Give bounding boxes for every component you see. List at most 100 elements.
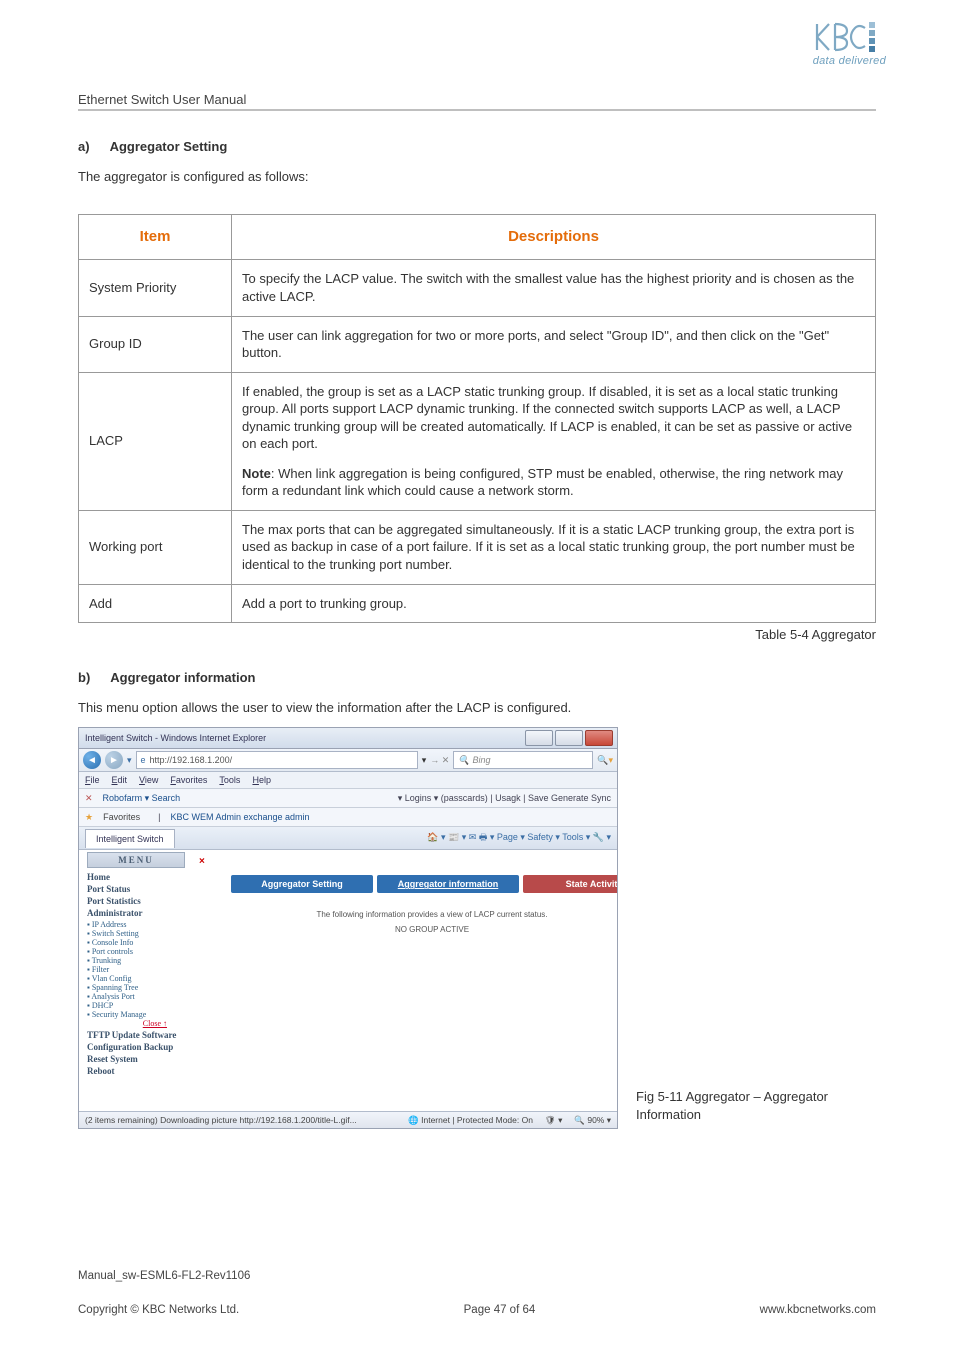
ie-icon: e bbox=[141, 755, 146, 765]
table-cell-desc: Add a port to trunking group. bbox=[232, 584, 876, 623]
sidebar-item[interactable]: Home bbox=[87, 872, 185, 882]
menu-item[interactable]: Favorites bbox=[170, 775, 207, 785]
aggregator-info-line1: The following information provides a vie… bbox=[199, 907, 618, 922]
brand-logo: data delivered bbox=[813, 20, 886, 67]
table-cell-item: System Priority bbox=[79, 260, 232, 316]
window-titlebar: Intelligent Switch - Windows Internet Ex… bbox=[79, 728, 617, 749]
table-cell-desc: The max ports that can be aggregated sim… bbox=[232, 510, 876, 584]
zoom-icon[interactable]: 🔍 bbox=[574, 1115, 585, 1125]
nav-back-button[interactable]: ◄ bbox=[83, 751, 101, 769]
section-b-intro: This menu option allows the user to view… bbox=[78, 699, 876, 717]
section-a-intro: The aggregator is configured as follows: bbox=[78, 168, 876, 186]
status-left: (2 items remaining) Downloading picture … bbox=[85, 1115, 357, 1125]
sidebar-item[interactable]: Configuration Backup bbox=[87, 1042, 185, 1052]
section-b-letter: b) bbox=[78, 670, 90, 685]
tab-aggregator-setting[interactable]: Aggregator Setting bbox=[231, 875, 373, 893]
sidebar-sub-item[interactable]: ▪ DHCP bbox=[87, 1001, 185, 1010]
sidebar-menu-label: MENU bbox=[87, 852, 185, 868]
status-zoom: 90% bbox=[587, 1115, 604, 1125]
window-minimize-button[interactable] bbox=[525, 730, 553, 746]
sidebar-sub-item[interactable]: ▪ Filter bbox=[87, 965, 185, 974]
url-text: http://192.168.1.200/ bbox=[150, 755, 233, 765]
search-box[interactable]: 🔍 Bing bbox=[453, 751, 593, 769]
nav-forward-button[interactable]: ► bbox=[105, 751, 123, 769]
embedded-screenshot: Intelligent Switch - Windows Internet Ex… bbox=[78, 727, 618, 1129]
footer-copyright: Copyright © KBC Networks Ltd. bbox=[78, 1304, 239, 1316]
favorites-star-icon[interactable]: ★ bbox=[85, 812, 93, 823]
sidebar-sub-item[interactable]: ▪ Switch Setting bbox=[87, 929, 185, 938]
section-b-heading: b) Aggregator information bbox=[78, 670, 876, 685]
menu-item[interactable]: Edit bbox=[112, 775, 128, 785]
footer-page: Page 47 of 64 bbox=[464, 1304, 536, 1316]
tab-tool-icons[interactable]: 🏠 ▾ 📰 ▾ ✉ 🖶 ▾ Page ▾ Safety ▾ Tools ▾ 🔧 … bbox=[427, 830, 611, 846]
sidebar-sub-item[interactable]: ▪ Analysis Port bbox=[87, 992, 185, 1001]
sidebar-item[interactable]: Reset System bbox=[87, 1054, 185, 1064]
sidebar-item[interactable]: Port Status bbox=[87, 884, 185, 894]
sidebar-close[interactable]: Close ↑ bbox=[87, 1019, 185, 1028]
toolbar-search-label[interactable]: Robofarm ▾ Search bbox=[103, 793, 181, 804]
browser-tab[interactable]: Intelligent Switch bbox=[85, 829, 175, 848]
sidebar-sub-item[interactable]: ▪ Trunking bbox=[87, 956, 185, 965]
dropdown-icon[interactable]: ▾ bbox=[127, 755, 132, 766]
footer-url: www.kbcnetworks.com bbox=[760, 1304, 876, 1316]
table-cell-item: Working port bbox=[79, 510, 232, 584]
brand-tagline: data delivered bbox=[813, 55, 886, 67]
toolbar-row-1: ✕ Robofarm ▾ Search ▾ Logins ▾ (passcard… bbox=[79, 789, 617, 808]
sidebar-sub-item[interactable]: ▪ Vlan Config bbox=[87, 974, 185, 983]
table-cell-item: Add bbox=[79, 584, 232, 623]
app-sidebar: MENU Home Port Status Port Statistics Admin… bbox=[79, 846, 189, 1112]
panel-close-icon[interactable]: × bbox=[199, 856, 618, 867]
menu-item[interactable]: View bbox=[139, 775, 158, 785]
favorites-items[interactable]: KBC WEM Admin exchange admin bbox=[170, 812, 309, 822]
table-cell-item: LACP bbox=[79, 372, 232, 510]
aggregator-info-line2: NO GROUP ACTIVE bbox=[199, 922, 618, 937]
menu-item[interactable]: File bbox=[85, 775, 100, 785]
favorites-label[interactable]: Favorites bbox=[103, 812, 140, 822]
window-close-button[interactable] bbox=[585, 730, 613, 746]
menu-item[interactable]: Help bbox=[252, 775, 271, 785]
window-maximize-button[interactable] bbox=[555, 730, 583, 746]
footer-manual: Manual_sw-ESML6-FL2-Rev1106 bbox=[78, 1270, 876, 1282]
tab-title: Intelligent Switch bbox=[96, 834, 164, 844]
refresh-icon[interactable]: ▾ bbox=[422, 755, 427, 766]
sidebar-sub-item[interactable]: ▪ Port controls bbox=[87, 947, 185, 956]
header-title: Ethernet Switch User Manual bbox=[78, 92, 246, 107]
sidebar-sub-item[interactable]: ▪ Spanning Tree bbox=[87, 983, 185, 992]
search-placeholder: Bing bbox=[472, 755, 490, 765]
search-icon: 🔍 bbox=[458, 755, 469, 766]
protected-mode-icon: 🛡 ▾ bbox=[545, 1115, 562, 1126]
section-a-letter: a) bbox=[78, 139, 90, 154]
internet-zone-icon: 🌐 bbox=[408, 1115, 419, 1125]
toolbar-items[interactable]: ▾ Logins ▾ (passcards) | Usagk | Save Ge… bbox=[398, 793, 611, 804]
section-a-title: Aggregator Setting bbox=[110, 139, 228, 154]
sidebar-sub-item[interactable]: ▪ Security Manage bbox=[87, 1010, 185, 1019]
browser-menubar: File Edit View Favorites Tools Help bbox=[79, 772, 617, 789]
page-footer: Manual_sw-ESML6-FL2-Rev1106 Copyright © … bbox=[78, 1270, 876, 1316]
tab-state-activity[interactable]: State Activity bbox=[523, 875, 618, 893]
section-a-heading: a) Aggregator Setting bbox=[78, 139, 876, 154]
address-bar[interactable]: e http://192.168.1.200/ bbox=[136, 751, 418, 769]
table-cell-item: Group ID bbox=[79, 316, 232, 372]
search-go-icon[interactable]: 🔍▾ bbox=[597, 755, 613, 766]
col-header-item: Item bbox=[79, 215, 232, 260]
sidebar-sub-item[interactable]: ▪ IP Address bbox=[87, 920, 185, 929]
figure-caption: Fig 5-11 Aggregator – Aggregator Informa… bbox=[636, 1088, 876, 1129]
table-caption: Table 5-4 Aggregator bbox=[78, 627, 876, 642]
table-cell-desc: The user can link aggregation for two or… bbox=[232, 316, 876, 372]
sidebar-item[interactable]: Administrator bbox=[87, 908, 185, 918]
stop-icon[interactable]: → ✕ bbox=[430, 755, 449, 766]
sidebar-sub-item[interactable]: ▪ Console Info bbox=[87, 938, 185, 947]
table-cell-desc: If enabled, the group is set as a LACP s… bbox=[232, 372, 876, 510]
aggregator-table: Item Descriptions System PriorityTo spec… bbox=[78, 214, 876, 623]
toolbar-row-2: ★ Favorites | KBC WEM Admin exchange adm… bbox=[79, 808, 617, 827]
sidebar-item[interactable]: Port Statistics bbox=[87, 896, 185, 906]
col-header-desc: Descriptions bbox=[232, 215, 876, 260]
window-title: Intelligent Switch - Windows Internet Ex… bbox=[85, 733, 266, 743]
menu-item[interactable]: Tools bbox=[219, 775, 240, 785]
aggregator-tabs: Aggregator Setting Aggregator informatio… bbox=[231, 875, 618, 893]
sidebar-item[interactable]: Reboot bbox=[87, 1066, 185, 1076]
sidebar-item[interactable]: TFTP Update Software bbox=[87, 1030, 185, 1040]
section-b-title: Aggregator information bbox=[110, 670, 255, 685]
tab-aggregator-information[interactable]: Aggregator information bbox=[377, 875, 519, 893]
status-zone: Internet | Protected Mode: On bbox=[421, 1115, 533, 1125]
